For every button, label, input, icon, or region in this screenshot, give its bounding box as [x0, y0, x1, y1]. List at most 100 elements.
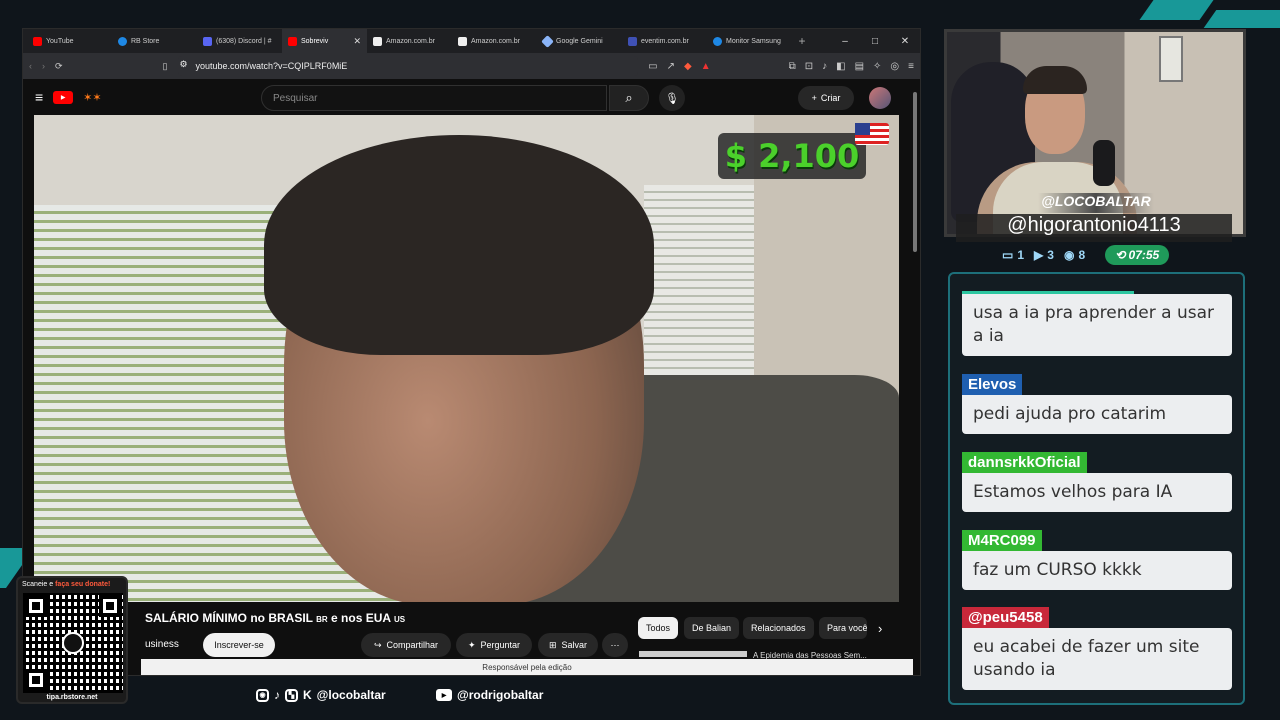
rewards-icon[interactable]: ▲ — [701, 61, 711, 72]
video-icon: ▶ — [1034, 248, 1044, 262]
chat-username: @peu5458 — [962, 607, 1049, 628]
donation-qr-panel: Scaneie e faça seu donate! tipa.rbstore.… — [16, 576, 128, 704]
video-title-main: SALÁRIO MÍNIMO no BRASIL — [145, 611, 313, 625]
translate-icon[interactable]: ⊡ — [805, 61, 813, 72]
extensions-icon[interactable]: ⧉ — [789, 61, 796, 72]
tab-label: (6308) Discord | # — [216, 37, 272, 45]
youtube-icon: ▶ — [436, 689, 452, 701]
page-scrollbar[interactable] — [911, 84, 919, 674]
hamburger-menu-icon[interactable]: ≡ — [35, 89, 43, 105]
search-button[interactable]: ⌕ — [609, 85, 649, 111]
music-icon[interactable]: ♪ — [822, 61, 827, 72]
stream-timer: ⟲ 07:55 — [1105, 245, 1170, 265]
video-player[interactable]: $ 2,100 — [34, 115, 899, 602]
chip-all[interactable]: Todos — [638, 617, 679, 639]
close-tab-icon[interactable]: ✕ — [353, 36, 361, 47]
chip-related[interactable]: Relacionados — [743, 617, 814, 639]
social-handles: ◉ ♪ ▚ K @locobaltar — [256, 688, 386, 702]
side-video-thumbnail[interactable] — [639, 651, 747, 657]
chat-message-text: usa a ia pra aprender a usar a ia — [962, 294, 1232, 356]
instagram-icon: ◉ — [256, 688, 269, 702]
tab-eventim[interactable]: eventim.com.br — [622, 29, 707, 53]
tiktok-icon: ♪ — [274, 688, 280, 702]
channel-name[interactable]: usiness — [145, 639, 179, 650]
cast-icon[interactable]: ▭ — [648, 61, 657, 72]
share-icon: ↪ — [373, 639, 382, 650]
create-label: Criar — [820, 93, 841, 103]
scrollbar-thumb[interactable] — [913, 92, 917, 252]
url-field[interactable]: ⚙ youtube.com/watch?v=CQIPLRF0MiE — [177, 56, 639, 76]
microphone-icon — [1093, 140, 1115, 186]
tab-discord[interactable]: (6308) Discord | # — [197, 29, 282, 53]
address-bar: ‹ › ⟳ ▯ ⚙ youtube.com/watch?v=CQIPLRF0MiE… — [23, 53, 920, 79]
subscribe-button[interactable]: Inscrever-se — [203, 633, 275, 657]
qr-caption: Scaneie e faça seu donate! — [22, 581, 110, 588]
wallet-icon[interactable]: ▤ — [855, 61, 864, 72]
brave-shield-icon[interactable]: ◆ — [684, 61, 692, 72]
tab-amazon[interactable]: Amazon.com.br — [452, 29, 537, 53]
chat-icon: ▭ — [1002, 248, 1014, 262]
search-input[interactable]: Pesquisar — [261, 85, 607, 111]
share-label: Compartilhar — [386, 640, 439, 650]
tab-rb-store[interactable]: RB Store — [112, 29, 197, 53]
browser-window: YouTube RB Store (6308) Discord | # Sobr… — [22, 28, 921, 676]
more-actions-button[interactable]: ⋯ — [602, 633, 628, 657]
chevron-right-icon[interactable]: › — [878, 621, 882, 636]
video-title-br: BR — [316, 615, 328, 624]
save-label: Salvar — [561, 640, 588, 650]
forward-icon[interactable]: › — [42, 61, 45, 71]
tab-gemini[interactable]: Google Gemini — [537, 29, 622, 53]
minimize-button[interactable]: – — [830, 36, 860, 47]
tab-label: Sobreviv — [301, 37, 329, 45]
close-window-button[interactable]: ✕ — [890, 36, 920, 47]
microphone-icon: 🎙︎ — [665, 92, 679, 105]
video-person-hair — [264, 135, 654, 355]
qr-finder-pattern — [25, 669, 47, 691]
tab-label: Monitor Samsung — [726, 37, 781, 45]
tab-amazon[interactable]: Amazon.com.br — [367, 29, 452, 53]
youtube-favicon-icon — [33, 36, 42, 46]
tab-label: eventim.com.br — [641, 37, 689, 45]
streamer-tag: @LOCOBALTAR — [1038, 193, 1154, 213]
bookmark-icon[interactable]: ▯ — [163, 61, 168, 72]
tab-label: Amazon.com.br — [386, 37, 436, 45]
edit-banner: Responsável pela edição — [141, 659, 913, 675]
share-button[interactable]: ↪ Compartilhar — [361, 633, 451, 657]
chip-from-channel[interactable]: De Balian — [684, 617, 740, 639]
chat-message-text: eu acabei de fazer um site usando ia — [962, 628, 1232, 690]
webcam-wall-frame — [1159, 36, 1183, 82]
chip-for-you[interactable]: Para você — [819, 617, 867, 639]
tab-bar: YouTube RB Store (6308) Discord | # Sobr… — [23, 29, 920, 53]
sidebar-icon[interactable]: ◧ — [836, 61, 845, 72]
qr-caption-highlight: faça seu donate! — [55, 581, 111, 588]
youtube-handle: ▶ @rodrigobaltar — [436, 688, 543, 702]
tab-active-video[interactable]: Sobreviv ✕ — [282, 29, 367, 53]
share-icon[interactable]: ↗ — [667, 61, 675, 72]
reload-icon[interactable]: ⟳ — [55, 61, 63, 72]
doodle-icon: ✶✶ — [83, 91, 102, 104]
chat-message: Elevos pedi ajuda pro catarim — [962, 374, 1232, 434]
ask-button[interactable]: ✦ Perguntar — [456, 633, 532, 657]
stat-value: 8 — [1078, 248, 1086, 262]
stat-views: ◉ 8 — [1064, 248, 1085, 262]
vpn-icon[interactable]: ◎ — [890, 61, 899, 72]
samsung-favicon-icon — [713, 36, 722, 46]
site-info-icon[interactable]: ⚙ — [180, 59, 188, 70]
chat-username: Elevos — [962, 374, 1023, 395]
voice-search-button[interactable]: 🎙︎ — [659, 85, 685, 111]
chat-message: M4RC099 faz um CURSO kkkk — [962, 530, 1232, 590]
tab-samsung[interactable]: Monitor Samsung — [707, 29, 792, 53]
leo-icon[interactable]: ✧ — [873, 61, 881, 72]
youtube-favicon-icon — [288, 36, 297, 46]
chat-username: M4RC099 — [962, 530, 1042, 551]
streamer-hair — [1023, 66, 1087, 94]
back-icon[interactable]: ‹ — [29, 61, 32, 71]
account-avatar[interactable] — [869, 87, 891, 109]
menu-icon[interactable]: ≡ — [908, 61, 914, 72]
create-button[interactable]: + Criar — [798, 86, 854, 110]
youtube-logo-icon[interactable]: ▶ — [53, 90, 74, 104]
maximize-button[interactable]: □ — [860, 36, 890, 47]
new-tab-button[interactable]: + — [792, 34, 812, 48]
save-button[interactable]: ⊞ Salvar — [538, 633, 598, 657]
tab-youtube[interactable]: YouTube — [27, 29, 112, 53]
